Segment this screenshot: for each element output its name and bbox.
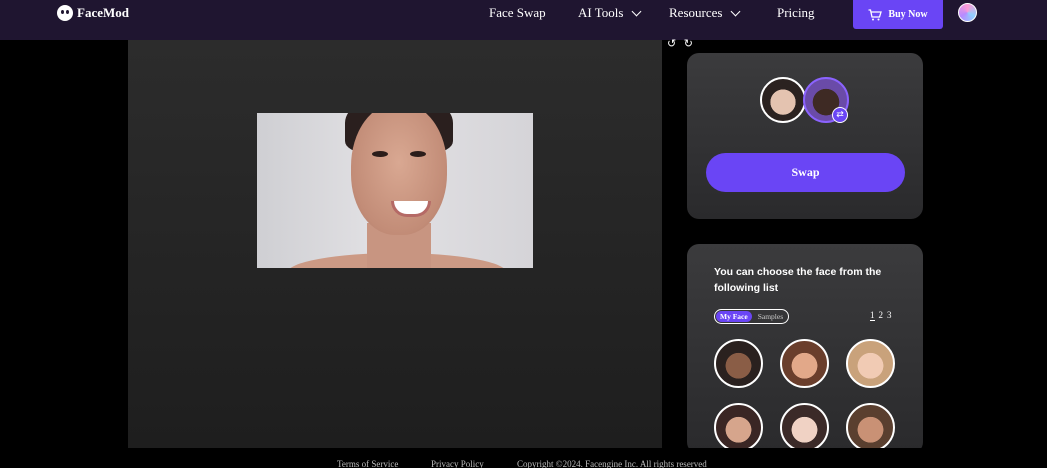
undo-redo-icon[interactable]: ↺ ↻ xyxy=(667,37,695,50)
buy-now-button[interactable]: Buy Now xyxy=(853,0,943,29)
face-thumbnail[interactable] xyxy=(846,339,895,388)
nav-resources-label: Resources xyxy=(669,5,723,20)
page-1[interactable]: 1 xyxy=(870,310,875,321)
tab-samples[interactable]: Samples xyxy=(754,311,787,322)
nav-ai-tools[interactable]: AI Tools xyxy=(578,5,642,21)
cart-icon xyxy=(868,8,883,21)
swap-panel xyxy=(687,53,923,219)
swap-button[interactable]: Swap xyxy=(706,153,905,192)
nav-face-swap-label: Face Swap xyxy=(489,5,546,20)
face-thumbnail[interactable] xyxy=(846,403,895,452)
chevron-down-icon xyxy=(631,6,642,17)
footer-copyright: Copyright ©2024. Facengine Inc. All righ… xyxy=(517,459,707,468)
preview-eye-right xyxy=(410,151,426,157)
face-thumbnail[interactable] xyxy=(780,403,829,452)
preview-image xyxy=(257,113,533,268)
source-face-avatar[interactable] xyxy=(760,77,806,123)
page-3[interactable]: 3 xyxy=(887,310,892,321)
swap-arrows-icon[interactable]: ⇄ xyxy=(832,107,848,123)
nav-resources[interactable]: Resources xyxy=(669,5,741,21)
top-nav: FaceMod Face Swap AI Tools Resources Pri… xyxy=(0,0,1047,40)
footer-privacy-link[interactable]: Privacy Policy xyxy=(431,459,484,468)
buy-now-label: Buy Now xyxy=(888,9,928,20)
footer: Terms of Service Privacy Policy Copyrigh… xyxy=(0,448,1047,468)
logo-icon xyxy=(57,4,73,21)
tab-my-face[interactable]: My Face xyxy=(716,311,752,322)
nav-ai-tools-label: AI Tools xyxy=(578,5,624,20)
face-thumbnail[interactable] xyxy=(714,339,763,388)
nav-pricing[interactable]: Pricing xyxy=(777,5,815,21)
nav-pricing-label: Pricing xyxy=(777,5,815,20)
face-thumbnail[interactable] xyxy=(780,339,829,388)
face-source-toggle: My Face Samples xyxy=(714,309,790,324)
page-2[interactable]: 2 xyxy=(879,310,884,321)
page: FaceMod Face Swap AI Tools Resources Pri… xyxy=(0,0,1047,468)
pagination: 1 2 3 xyxy=(870,310,892,321)
preview-eye-left xyxy=(372,151,388,157)
chevron-down-icon xyxy=(730,6,741,17)
footer-terms-link[interactable]: Terms of Service xyxy=(337,459,398,468)
preview-face xyxy=(351,113,447,235)
face-list-title: You can choose the face from the followi… xyxy=(714,266,882,294)
nav-face-swap[interactable]: Face Swap xyxy=(489,5,546,21)
logo-text: FaceMod xyxy=(77,4,129,20)
face-thumbnail[interactable] xyxy=(714,403,763,452)
logo[interactable]: FaceMod xyxy=(57,4,129,21)
user-avatar[interactable] xyxy=(958,3,977,22)
